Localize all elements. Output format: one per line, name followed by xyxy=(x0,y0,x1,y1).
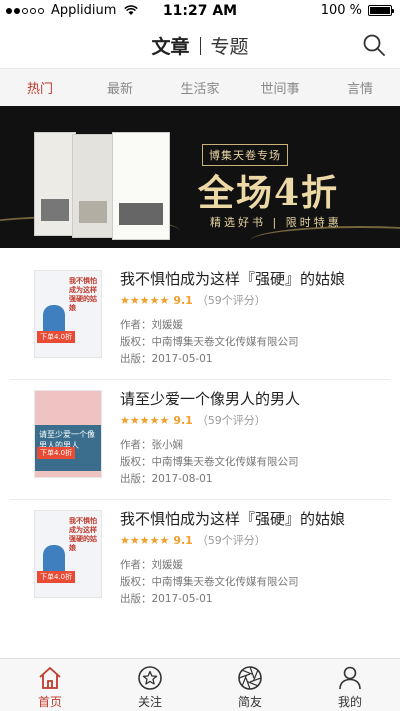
banner-book-cover xyxy=(72,134,114,238)
category-tabs: 热门 最新 生活家 世间事 言情 xyxy=(0,68,400,106)
tab-home[interactable]: 首页 xyxy=(0,659,100,711)
rating-count: （59个评分） xyxy=(196,414,266,427)
rating-count: （59个评分） xyxy=(196,294,266,307)
segment-articles[interactable]: 文章 xyxy=(141,32,199,71)
banner-headline: 全场4折 xyxy=(198,172,340,214)
book-publisher: 版权：中南博集天卷文化传媒有限公司 xyxy=(120,456,299,468)
promo-banner[interactable]: 博集天卷专场 全场4折 精选好书 | 限时特惠 xyxy=(0,106,400,248)
rating-score: 9.1 xyxy=(173,293,193,307)
rating-stars-icon: ★★★★★ xyxy=(120,413,170,427)
tab-friends-label: 简友 xyxy=(237,695,262,709)
bottom-tab-bar: 首页 关注 简友 我的 xyxy=(0,658,400,711)
tab-me-label: 我的 xyxy=(337,695,362,709)
banner-book-cover xyxy=(34,132,76,236)
battery-fill xyxy=(370,7,390,14)
book-date: 出版：2017-05-01 xyxy=(120,593,213,605)
shutter-icon xyxy=(238,666,262,690)
category-tab-latest[interactable]: 最新 xyxy=(80,78,160,97)
banner-subline: 精选好书 | 限时特惠 xyxy=(210,216,342,229)
book-publisher: 版权：中南博集天卷文化传媒有限公司 xyxy=(120,336,299,348)
tab-me[interactable]: 我的 xyxy=(300,659,400,711)
book-list: 我不惧怕成为这样强硬的姑娘 下单4.0折 我不惧怕成为这样『强硬』的姑娘 ★★★… xyxy=(0,260,400,620)
star-circle-icon xyxy=(138,666,162,690)
cover-title: 我不惧怕成为这样强硬的姑娘 xyxy=(69,277,97,312)
book-rating: ★★★★★ 9.1 （59个评分） xyxy=(120,532,266,548)
tab-follow-label: 关注 xyxy=(137,695,162,709)
tab-friends[interactable]: 简友 xyxy=(200,659,300,711)
segment-control: 文章 专题 xyxy=(0,32,400,71)
book-cover[interactable]: 我不惧怕成为这样强硬的姑娘 下单4.0折 xyxy=(34,270,102,358)
category-tab-romance[interactable]: 言情 xyxy=(320,78,400,97)
rating-count: （59个评分） xyxy=(196,534,266,547)
list-item[interactable]: 请至少爱一个像男人的男人 下单4.0折 请至少爱一个像男人的男人 ★★★★★ 9… xyxy=(10,380,390,500)
book-title[interactable]: 请至少爱一个像男人的男人 xyxy=(120,388,300,409)
rating-stars-icon: ★★★★★ xyxy=(120,533,170,547)
segment-topics[interactable]: 专题 xyxy=(201,32,259,59)
person-icon xyxy=(339,666,361,690)
home-icon xyxy=(39,667,61,689)
status-right: 100 % xyxy=(320,3,394,18)
category-tab-hot[interactable]: 热门 xyxy=(0,78,80,97)
top-header: 文章 专题 xyxy=(0,22,400,71)
category-tab-lifestyle[interactable]: 生活家 xyxy=(160,78,240,97)
list-item[interactable]: 我不惧怕成为这样强硬的姑娘 下单4.0折 我不惧怕成为这样『强硬』的姑娘 ★★★… xyxy=(10,500,390,620)
book-author: 作者：刘媛媛 xyxy=(120,559,183,571)
list-item[interactable]: 我不惧怕成为这样强硬的姑娘 下单4.0折 我不惧怕成为这样『强硬』的姑娘 ★★★… xyxy=(10,260,390,380)
cover-title: 我不惧怕成为这样强硬的姑娘 xyxy=(69,517,97,552)
book-date: 出版：2017-08-01 xyxy=(120,473,213,485)
cover-sale-badge: 下单4.0折 xyxy=(37,331,76,343)
book-date: 出版：2017-05-01 xyxy=(120,353,213,365)
rating-stars-icon: ★★★★★ xyxy=(120,293,170,307)
banner-book-cover xyxy=(112,132,170,240)
book-title[interactable]: 我不惧怕成为这样『强硬』的姑娘 xyxy=(120,268,345,289)
tab-follow[interactable]: 关注 xyxy=(100,659,200,711)
battery-icon xyxy=(368,5,394,16)
rating-score: 9.1 xyxy=(173,533,193,547)
search-icon[interactable] xyxy=(362,33,386,57)
category-tab-world[interactable]: 世间事 xyxy=(240,78,320,97)
book-rating: ★★★★★ 9.1 （59个评分） xyxy=(120,412,266,428)
banner-tag: 博集天卷专场 xyxy=(202,144,288,166)
cover-sale-badge: 下单4.0折 xyxy=(37,571,76,583)
battery-percent: 100 % xyxy=(320,3,362,18)
book-author: 作者：刘媛媛 xyxy=(120,319,183,331)
book-cover[interactable]: 我不惧怕成为这样强硬的姑娘 下单4.0折 xyxy=(34,510,102,598)
rating-score: 9.1 xyxy=(173,413,193,427)
book-rating: ★★★★★ 9.1 （59个评分） xyxy=(120,292,266,308)
tab-home-label: 首页 xyxy=(37,695,62,709)
book-title[interactable]: 我不惧怕成为这样『强硬』的姑娘 xyxy=(120,508,345,529)
cover-sale-badge: 下单4.0折 xyxy=(37,447,76,459)
book-author: 作者：张小娴 xyxy=(120,439,183,451)
status-bar: Applidium 11:27 AM 100 % xyxy=(0,0,400,22)
book-publisher: 版权：中南博集天卷文化传媒有限公司 xyxy=(120,576,299,588)
book-cover[interactable]: 请至少爱一个像男人的男人 下单4.0折 xyxy=(34,390,102,478)
